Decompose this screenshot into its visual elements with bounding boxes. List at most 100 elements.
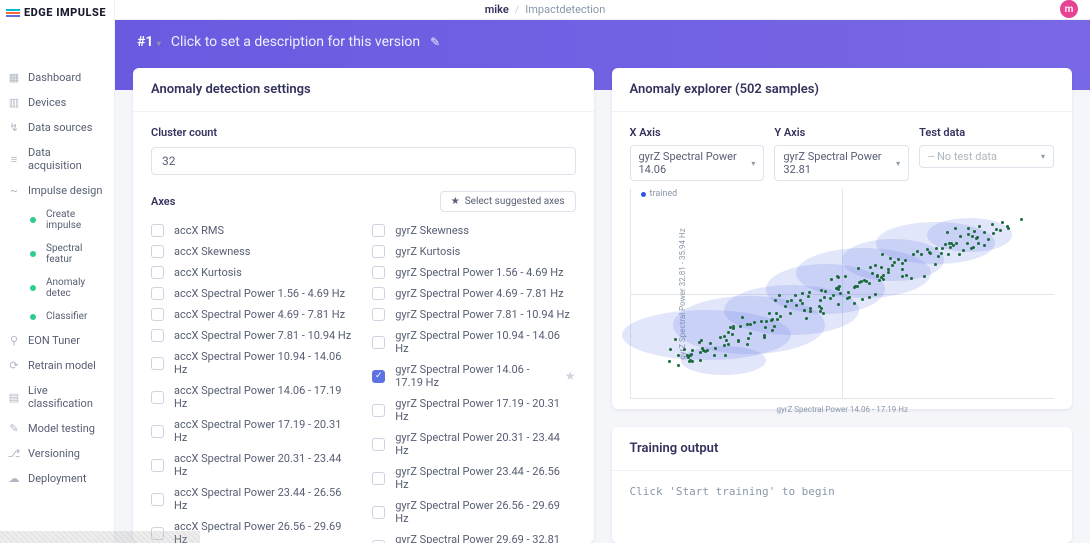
checkbox[interactable] [151, 493, 164, 506]
checkbox[interactable] [372, 472, 385, 485]
checkbox[interactable] [372, 224, 385, 237]
axis-label: gyrZ Spectral Power 1.56 - 4.69 Hz [395, 266, 563, 279]
checkbox[interactable] [372, 370, 385, 383]
scatter-point [847, 291, 850, 294]
sidebar-item-versioning[interactable]: ⎇Versioning [0, 441, 114, 466]
sidebar-item-anomaly-detec[interactable]: Anomaly detec [0, 271, 114, 305]
checkbox[interactable] [151, 287, 164, 300]
scatter-point [691, 349, 694, 352]
axis-checkbox-row[interactable]: gyrZ Spectral Power 10.94 - 14.06 Hz [372, 329, 575, 355]
checkbox[interactable] [372, 245, 385, 258]
checkbox[interactable] [151, 245, 164, 258]
star-icon[interactable]: ★ [565, 369, 576, 383]
scatter-point [860, 280, 863, 283]
axis-checkbox-row[interactable]: gyrZ Spectral Power 7.81 - 10.94 Hz [372, 308, 575, 321]
sidebar-item-data-sources[interactable]: ↯Data sources [0, 115, 114, 140]
checkbox[interactable] [151, 224, 164, 237]
axis-checkbox-row[interactable]: accX Spectral Power 23.44 - 26.56 Hz [151, 486, 354, 512]
scatter-point [977, 242, 980, 245]
axis-checkbox-row[interactable]: gyrZ Spectral Power 26.56 - 29.69 Hz [372, 499, 575, 525]
explorer-title: Anomaly explorer (502 samples) [612, 68, 1073, 112]
checkbox[interactable] [372, 540, 385, 543]
axis-checkbox-row[interactable]: gyrZ Skewness [372, 224, 575, 237]
scatter-point [970, 247, 973, 250]
logo[interactable]: EDGE IMPULSE [0, 0, 114, 35]
axis-checkbox-row[interactable]: gyrZ Spectral Power 23.44 - 26.56 Hz [372, 465, 575, 491]
scatter-point [869, 266, 872, 269]
sidebar-item-retrain-model[interactable]: ⟳Retrain model [0, 353, 114, 378]
cluster-count-input[interactable] [151, 147, 576, 175]
scatter-point [947, 253, 950, 256]
axis-checkbox-row[interactable]: accX RMS [151, 224, 354, 237]
version-badge[interactable]: #1 ▾ [137, 34, 161, 50]
breadcrumb-user[interactable]: mike [485, 3, 509, 16]
axis-label: accX Spectral Power 17.19 - 20.31 Hz [174, 418, 354, 444]
sidebar-item-model-testing[interactable]: ✎Model testing [0, 416, 114, 441]
checkbox[interactable] [372, 336, 385, 349]
select-suggested-axes-button[interactable]: ★ Select suggested axes [440, 191, 576, 212]
impulse-icon: ~ [8, 185, 20, 197]
sidebar-item-spectral-featur[interactable]: Spectral featur [0, 237, 114, 271]
acq-icon: ≡ [8, 153, 20, 165]
nav: ▦Dashboard▥Devices↯Data sources≡Data acq… [0, 35, 114, 491]
test-data-select[interactable]: -- No test data▾ [919, 145, 1054, 168]
axis-label: gyrZ Spectral Power 23.44 - 26.56 Hz [395, 465, 575, 491]
checkbox[interactable] [151, 308, 164, 321]
axis-checkbox-row[interactable]: gyrZ Spectral Power 17.19 - 20.31 Hz [372, 397, 575, 423]
axis-checkbox-row[interactable]: accX Kurtosis [151, 266, 354, 279]
axis-checkbox-row[interactable]: accX Spectral Power 14.06 - 17.19 Hz [151, 384, 354, 410]
settings-panel: Anomaly detection settings Cluster count… [133, 68, 594, 543]
retrain-icon: ⟳ [8, 360, 20, 372]
edit-icon[interactable]: ✎ [430, 35, 440, 49]
axis-checkbox-row[interactable]: gyrZ Kurtosis [372, 245, 575, 258]
checkbox[interactable] [151, 425, 164, 438]
axis-checkbox-row[interactable]: accX Spectral Power 17.19 - 20.31 Hz [151, 418, 354, 444]
breadcrumb-project[interactable]: Impactdetection [525, 3, 605, 16]
checkbox[interactable] [372, 404, 385, 417]
axis-checkbox-row[interactable]: accX Spectral Power 1.56 - 4.69 Hz [151, 287, 354, 300]
axis-label: gyrZ Spectral Power 4.69 - 7.81 Hz [395, 287, 563, 300]
anomaly-scatter-chart[interactable]: trained gyrZ Spectral Power 32.81 - 35.9… [630, 189, 1055, 399]
sidebar-item-create-impulse[interactable]: Create impulse [0, 203, 114, 237]
y-axis-select[interactable]: gyrZ Spectral Power 32.81▾ [774, 145, 909, 181]
checkbox[interactable] [372, 308, 385, 321]
scatter-point [809, 307, 812, 310]
sidebar-item-live-classification[interactable]: ▤Live classification [0, 378, 114, 416]
axis-checkbox-row[interactable]: accX Spectral Power 4.69 - 7.81 Hz [151, 308, 354, 321]
checkbox[interactable] [151, 329, 164, 342]
logo-icon [6, 9, 20, 17]
axis-checkbox-row[interactable]: gyrZ Spectral Power 20.31 - 23.44 Hz [372, 431, 575, 457]
checkbox[interactable] [151, 459, 164, 472]
checkbox[interactable] [372, 266, 385, 279]
sidebar-item-impulse-design[interactable]: ~Impulse design [0, 178, 114, 203]
checkbox[interactable] [151, 357, 164, 370]
checkbox[interactable] [372, 438, 385, 451]
scatter-point [773, 325, 776, 328]
axis-checkbox-row[interactable]: gyrZ Spectral Power 29.69 - 32.81 Hz [372, 533, 575, 543]
axis-checkbox-row[interactable]: accX Spectral Power 7.81 - 10.94 Hz [151, 329, 354, 342]
x-axis-label: X Axis [630, 126, 765, 139]
dashboard-icon: ▦ [8, 72, 20, 84]
avatar[interactable]: m [1060, 0, 1078, 18]
checkbox[interactable] [151, 391, 164, 404]
sidebar-item-dashboard[interactable]: ▦Dashboard [0, 65, 114, 90]
checkbox[interactable] [372, 506, 385, 519]
checkbox[interactable] [151, 266, 164, 279]
sidebar-item-classifier[interactable]: Classifier [0, 305, 114, 328]
sidebar-item-eon-tuner[interactable]: ⚲EON Tuner [0, 328, 114, 353]
x-axis-select[interactable]: gyrZ Spectral Power 14.06▾ [630, 145, 765, 181]
sidebar-item-devices[interactable]: ▥Devices [0, 90, 114, 115]
scatter-point [949, 246, 952, 249]
scatter-point [874, 264, 877, 267]
axis-checkbox-row[interactable]: accX Skewness [151, 245, 354, 258]
axis-checkbox-row[interactable]: gyrZ Spectral Power 14.06 - 17.19 Hz★ [372, 363, 575, 389]
checkbox[interactable] [372, 287, 385, 300]
axis-checkbox-row[interactable]: gyrZ Spectral Power 4.69 - 7.81 Hz [372, 287, 575, 300]
axis-checkbox-row[interactable]: accX Spectral Power 20.31 - 23.44 Hz [151, 452, 354, 478]
sidebar-item-deployment[interactable]: ☁Deployment [0, 466, 114, 491]
version-description[interactable]: Click to set a description for this vers… [171, 34, 420, 50]
sidebar-item-data-acquisition[interactable]: ≡Data acquisition [0, 140, 114, 178]
star-icon: ★ [451, 196, 460, 207]
axis-checkbox-row[interactable]: accX Spectral Power 10.94 - 14.06 Hz [151, 350, 354, 376]
axis-checkbox-row[interactable]: gyrZ Spectral Power 1.56 - 4.69 Hz [372, 266, 575, 279]
